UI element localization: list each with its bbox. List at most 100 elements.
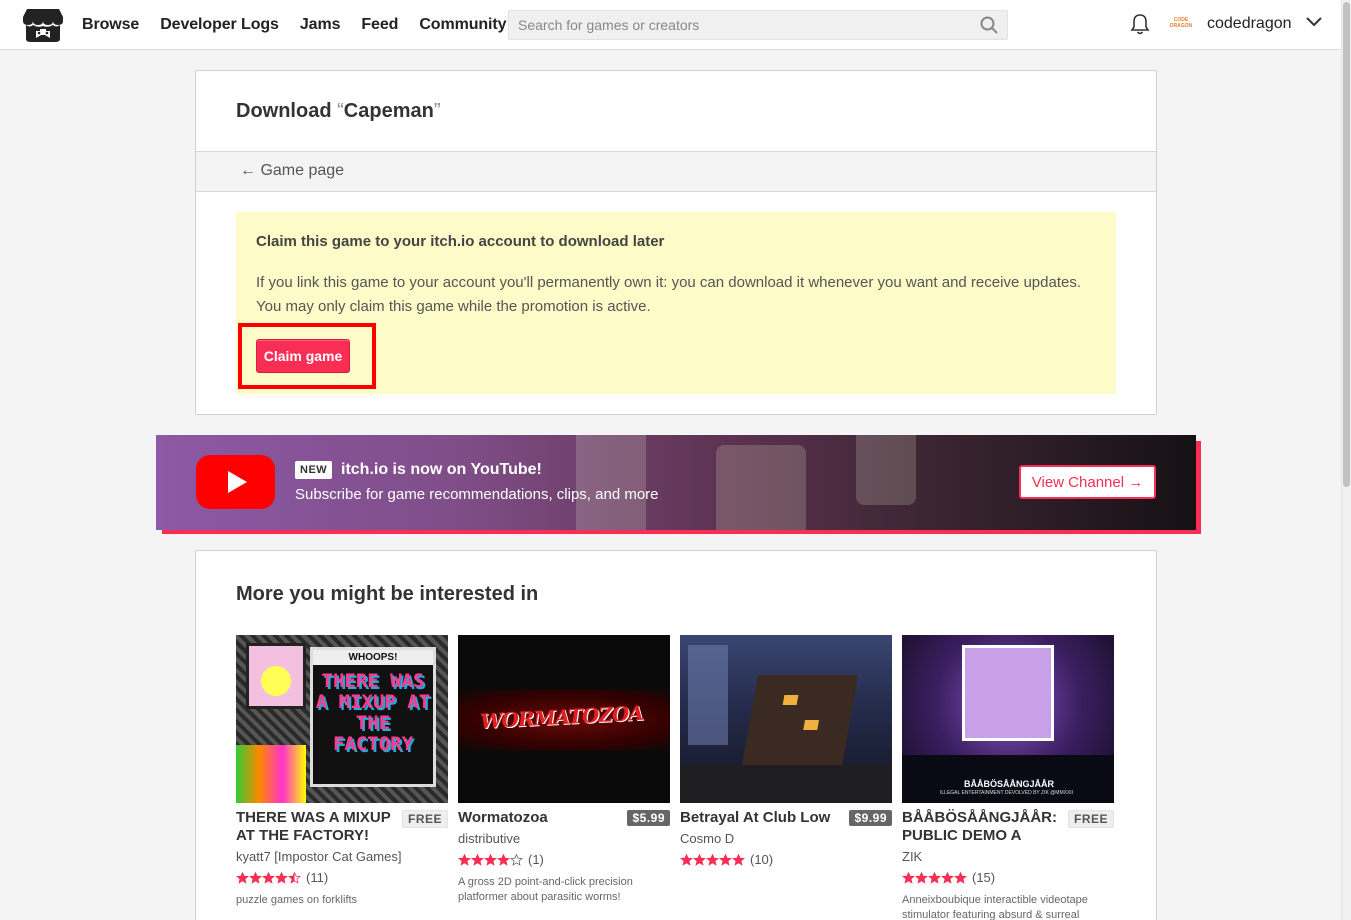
thumbnail-subtext: ILLEGAL ENTERTAINMENT DEVOLVED BY ZIK @M… [940, 790, 1074, 796]
claim-description: If you link this game to your account yo… [256, 274, 1081, 315]
main-nav: Browse Developer Logs Jams Feed Communit… [82, 0, 527, 50]
star-icon [275, 871, 288, 884]
game-title[interactable]: BÅÅBÖSÅÅNGJÅÅR: PUBLIC DEMO A [902, 809, 1062, 845]
star-rating [236, 871, 301, 884]
claim-title: Claim this game to your itch.io account … [256, 233, 665, 250]
star-icon [693, 853, 706, 866]
rating-count: (11) [306, 870, 329, 885]
nav-jams[interactable]: Jams [300, 16, 341, 34]
game-description: A gross 2D point-and-click precision pla… [458, 876, 633, 903]
title-prefix: Download [236, 100, 338, 122]
star-icon [288, 871, 301, 884]
thumbnail-text: THERE WAS A MIXUP AT THE FACTORY [315, 670, 431, 755]
nav-feed[interactable]: Feed [361, 16, 398, 34]
star-rating [458, 853, 523, 866]
thumbnail-window [803, 720, 819, 730]
game-card[interactable]: BÅÅBÖSÅÅNGJÅÅR ILLEGAL ENTERTAINMENT DEV… [902, 635, 1114, 920]
rating-count: (10) [750, 852, 774, 867]
star-icon [680, 853, 693, 866]
nav-browse[interactable]: Browse [82, 16, 139, 34]
game-rating: (10) [680, 852, 773, 867]
rating-count: (15) [972, 870, 996, 885]
youtube-banner: NEW itch.io is now on YouTube! Subscribe… [156, 435, 1196, 530]
view-channel-button[interactable]: View Channel → [1019, 465, 1156, 499]
download-panel: Download “Capeman” ← Game page Claim thi… [195, 70, 1157, 415]
play-icon [228, 471, 247, 493]
recommendations-heading: More you might be interested in [236, 583, 539, 605]
price-badge: FREE [401, 810, 448, 828]
star-rating [902, 871, 967, 884]
username[interactable]: codedragon [1207, 15, 1292, 33]
page-scrollbar[interactable] [1341, 0, 1351, 920]
top-header: Browse Developer Logs Jams Feed Communit… [0, 0, 1341, 50]
banner-decoration [856, 435, 916, 505]
star-icon [458, 853, 471, 866]
thumbnail-character [246, 643, 306, 709]
game-thumbnail[interactable]: WORMATOZOA [458, 635, 670, 803]
game-thumbnail[interactable]: WHOOPS! THERE WAS A MIXUP AT THE FACTORY [236, 635, 448, 803]
game-author[interactable]: distributive [458, 831, 520, 846]
claim-game-button[interactable]: Claim game [256, 339, 350, 373]
price-badge: $9.99 [849, 810, 892, 826]
open-quote: “ [337, 100, 344, 122]
thumbnail-building [742, 675, 858, 765]
star-icon [249, 871, 262, 884]
game-card[interactable]: WORMATOZOA Wormatozoa $5.99 distributive… [458, 635, 670, 903]
game-title[interactable]: THERE WAS A MIXUP AT THE FACTORY! [236, 809, 396, 845]
game-name: Capeman [343, 100, 434, 122]
banner-decoration [716, 445, 806, 530]
close-quote: ” [433, 100, 441, 122]
game-author[interactable]: kyatt7 [Impostor Cat Games] [236, 849, 401, 864]
star-rating [680, 853, 745, 866]
game-title[interactable]: Wormatozoa [458, 809, 618, 827]
thumbnail-sign: WHOOPS! THERE WAS A MIXUP AT THE FACTORY [310, 647, 436, 787]
game-thumbnail[interactable]: BÅÅBÖSÅÅNGJÅÅR ILLEGAL ENTERTAINMENT DEV… [902, 635, 1114, 803]
star-icon [915, 871, 928, 884]
star-icon [471, 853, 484, 866]
thumbnail-building [688, 645, 728, 745]
star-icon [902, 871, 915, 884]
game-description: puzzle games on forklifts [236, 894, 358, 906]
game-page-link[interactable]: ← Game page [240, 162, 344, 180]
thumbnail-street [680, 765, 892, 803]
thumbnail-banner: WHOOPS! [313, 650, 433, 665]
thumbnail-window [782, 695, 799, 705]
game-title[interactable]: Betrayal At Club Low [680, 809, 840, 827]
thumbnail-blocks [236, 745, 306, 803]
star-icon [497, 853, 510, 866]
star-icon [732, 853, 745, 866]
banner-decoration [576, 435, 646, 530]
thumbnail-emblem [962, 645, 1054, 741]
thumbnail-text: BÅÅBÖSÅÅNGJÅÅR [964, 779, 1055, 789]
thumbnail-face [261, 666, 291, 696]
game-author[interactable]: ZIK [902, 849, 922, 864]
game-rating: (11) [236, 870, 328, 885]
chevron-down-icon[interactable] [1306, 17, 1322, 27]
scrollbar-thumb[interactable] [1343, 2, 1350, 487]
game-thumbnail[interactable] [680, 635, 892, 803]
nav-community[interactable]: Community [419, 16, 506, 34]
game-card[interactable]: Betrayal At Club Low $9.99 Cosmo D (10) [680, 635, 892, 867]
game-rating: (15) [902, 870, 995, 885]
nav-developer-logs[interactable]: Developer Logs [160, 16, 279, 34]
avatar[interactable]: CODE DRAGON [1168, 12, 1194, 38]
star-icon [484, 853, 497, 866]
search-icon[interactable] [980, 16, 998, 34]
star-icon [706, 853, 719, 866]
game-description: Anneixboubique interactible videotape st… [902, 894, 1088, 920]
new-badge: NEW [295, 461, 333, 479]
star-icon [928, 871, 941, 884]
youtube-logo-icon [196, 455, 275, 509]
banner-subline: Subscribe for game recommendations, clip… [295, 486, 659, 503]
rating-count: (1) [528, 852, 544, 867]
game-card[interactable]: WHOOPS! THERE WAS A MIXUP AT THE FACTORY… [236, 635, 448, 906]
search-input[interactable] [509, 11, 969, 39]
game-author[interactable]: Cosmo D [680, 831, 734, 846]
itchio-logo-icon[interactable] [23, 7, 63, 43]
claim-box: Claim this game to your itch.io account … [236, 212, 1116, 394]
price-badge: FREE [1067, 810, 1114, 828]
notifications-bell-icon[interactable] [1130, 13, 1150, 35]
price-badge: $5.99 [627, 810, 670, 826]
star-icon [262, 871, 275, 884]
star-icon [719, 853, 732, 866]
